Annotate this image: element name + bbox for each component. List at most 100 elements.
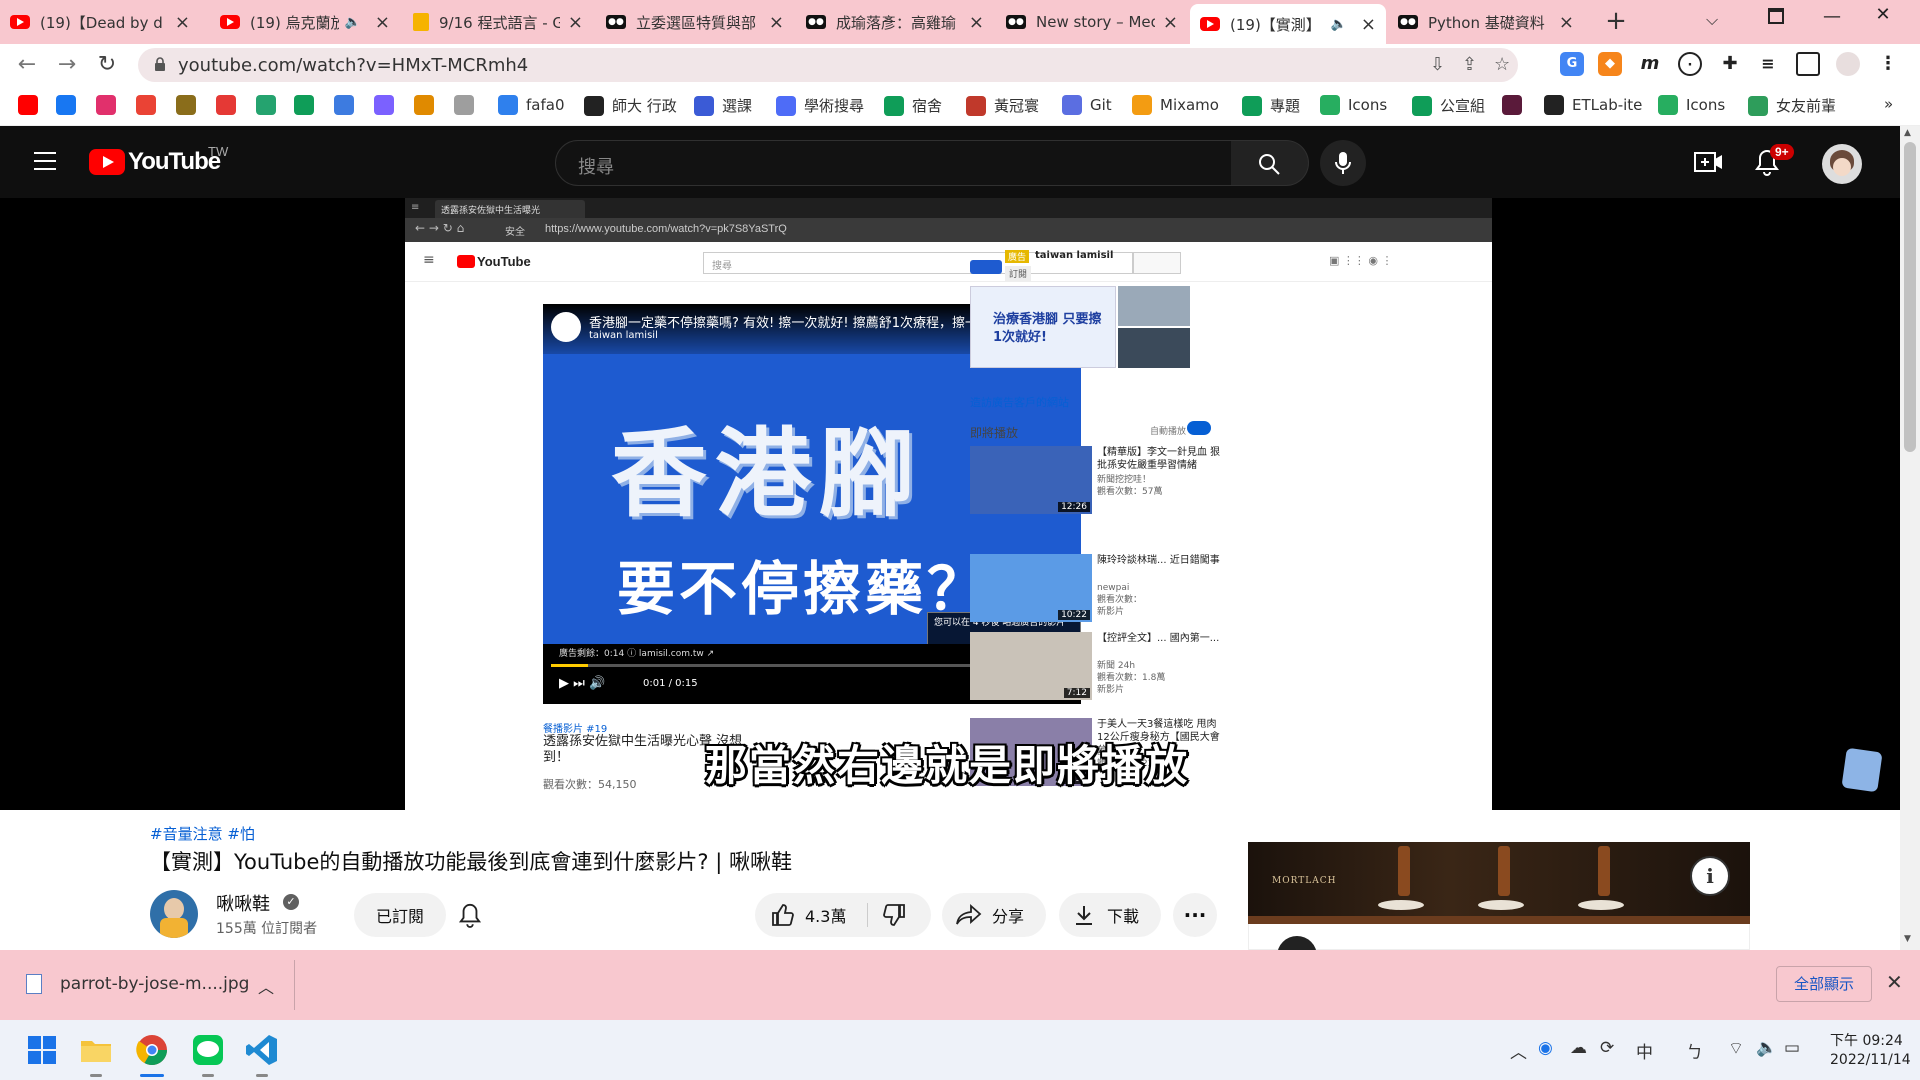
share-page-icon[interactable]: ⇪ [1462,54,1477,75]
close-download-shelf-icon[interactable]: ✕ [1886,970,1903,994]
subscribed-button[interactable]: 已訂閱 [354,893,446,937]
bookmark-item[interactable] [1502,95,1530,115]
bookmark-item[interactable]: Git [1062,95,1112,115]
channel-name[interactable]: 啾啾鞋 [216,890,270,916]
scrollbar-thumb[interactable] [1904,142,1916,452]
create-video-icon[interactable] [1694,150,1724,174]
browser-menu-icon[interactable]: ⋮ [1876,52,1900,76]
bookmark-item[interactable]: 師大 行政 [584,95,677,116]
account-avatar[interactable] [1822,144,1862,184]
bookmark-item[interactable]: fafa0 [498,95,565,115]
browser-tab[interactable]: 9/16 程式語言 - G × [403,6,593,38]
side-panel-icon[interactable] [1796,52,1820,76]
close-tab-icon[interactable]: × [1559,12,1574,33]
hamburger-menu-icon[interactable] [34,152,56,170]
page-scrollbar[interactable]: ▲ ▼ [1900,126,1920,950]
bookmark-item[interactable]: 選課 [694,95,752,116]
bookmark-item[interactable]: 宿舍 [884,95,942,116]
forward-icon[interactable]: → [52,52,82,77]
vscode-icon[interactable] [244,1032,280,1068]
translate-extension-icon[interactable]: G [1560,52,1584,76]
bookmark-item[interactable] [96,95,124,115]
share-button[interactable]: 分享 [942,893,1046,937]
ime-indicator[interactable]: 中 [1636,1038,1653,1063]
audio-playing-icon[interactable]: 🔈 [1331,17,1347,32]
m-extension-icon[interactable]: m [1638,52,1662,76]
youtube-logo[interactable]: YouTube [89,148,221,176]
extensions-puzzle-icon[interactable]: ✚ [1718,52,1742,76]
battery-icon[interactable]: ▭ [1784,1038,1800,1058]
bookmark-star-icon[interactable]: ☆ [1494,54,1510,75]
windows-start-icon[interactable] [24,1032,60,1068]
bookmark-item[interactable] [18,95,46,115]
close-tab-icon[interactable]: × [175,12,190,33]
tray-overflow-chevron-icon[interactable]: ︿ [1510,1038,1527,1063]
reading-list-icon[interactable]: ≡ [1756,52,1780,76]
close-window-icon[interactable]: ✕ [1868,4,1898,25]
channel-watermark[interactable] [1841,747,1883,793]
browser-tab[interactable]: ●● New story – Med × [996,6,1188,38]
bookmark-item[interactable] [56,95,84,115]
bookmark-item[interactable] [176,95,204,115]
bookmark-item[interactable]: 學術搜尋 [776,95,864,116]
bookmark-item[interactable] [294,95,322,115]
close-tab-icon[interactable]: × [1361,14,1376,35]
bookmark-item[interactable] [216,95,244,115]
notification-bell-icon[interactable] [458,902,482,928]
close-tab-icon[interactable]: × [1163,12,1178,33]
voice-search-button[interactable] [1320,140,1366,186]
video-hashtags[interactable]: #音量注意 #怕 [150,823,255,844]
ad-info-icon[interactable]: i [1690,856,1730,896]
browser-tab[interactable]: (19)【Dead by d × [0,6,200,38]
restore-icon[interactable] [1768,8,1784,24]
bookmark-item[interactable] [334,95,362,115]
address-bar[interactable]: youtube.com/watch?v=HMxT-MCRmh4 ⇩ ⇪ ☆ [138,48,1518,82]
search-button[interactable] [1231,140,1309,186]
bookmark-item[interactable]: 黃冠寰 [966,95,1039,116]
new-tab-button[interactable]: + [1600,6,1632,38]
onedrive-icon[interactable]: ☁ [1570,1038,1587,1058]
metamask-extension-icon[interactable]: ◆ [1598,52,1622,76]
bookmark-item[interactable]: Mixamo [1132,95,1219,115]
browser-tab[interactable]: ●● 立委選區特質與部 × [596,6,794,38]
bookmark-item[interactable]: Icons [1658,95,1725,115]
browser-tab[interactable]: ●● Python 基礎資料 × [1388,6,1584,38]
minimize-icon[interactable]: — [1817,6,1847,27]
show-all-downloads-button[interactable]: 全部顯示 [1776,966,1872,1002]
like-count[interactable]: 4.3萬 [805,903,867,927]
channel-avatar[interactable] [150,890,198,938]
file-explorer-icon[interactable] [78,1032,114,1068]
sidebar-ad-banner[interactable]: MORTLACH i [1248,842,1750,924]
clock-time[interactable]: 下午 09:24 [1830,1030,1903,1050]
close-tab-icon[interactable]: × [769,12,784,33]
bookmark-item[interactable] [136,95,164,115]
bookmark-item[interactable]: 公宣組 [1412,95,1485,116]
bookmark-item[interactable]: 女友前輩 [1748,95,1836,116]
download-file-name[interactable]: parrot-by-jose-m....jpg [60,974,249,994]
reload-icon[interactable]: ↻ [92,52,122,77]
tray-app-icon[interactable]: ◉ [1538,1038,1553,1058]
like-icon[interactable] [771,903,795,927]
video-frame[interactable]: ≡ 透露孫安佐獄中生活曝光 ← → ↻ ⌂ 安全 https://www.you… [405,198,1492,810]
wifi-icon[interactable]: ⌔ [1728,1038,1744,1059]
clock-date[interactable]: 2022/11/14 [1830,1052,1911,1068]
sync-icon[interactable]: ⟳ [1600,1038,1614,1058]
url-text[interactable]: youtube.com/watch?v=HMxT-MCRmh4 [178,55,528,76]
search-input[interactable]: 搜尋 [555,140,1232,186]
dislike-icon[interactable] [882,903,906,927]
bookmark-item[interactable] [414,95,442,115]
ime-mode-icon[interactable]: ㄅ [1686,1038,1703,1063]
browser-tab[interactable]: ●● 成瑜落彥：高雞瑜 × [796,6,994,38]
close-tab-icon[interactable]: × [568,12,583,33]
profile-avatar[interactable] [1836,52,1860,76]
close-tab-icon[interactable]: × [969,12,984,33]
bookmark-item[interactable] [256,95,284,115]
install-app-icon[interactable]: ⇩ [1430,54,1445,75]
bookmark-item[interactable]: Icons [1320,95,1387,115]
more-actions-button[interactable]: ··· [1173,893,1217,937]
tab-search-icon[interactable]: ⌵ [1706,10,1718,30]
circle-extension-icon[interactable]: · [1678,52,1702,76]
scroll-up-icon[interactable]: ▲ [1904,128,1911,138]
chrome-icon[interactable] [134,1032,170,1068]
bookmark-item[interactable] [454,95,482,115]
